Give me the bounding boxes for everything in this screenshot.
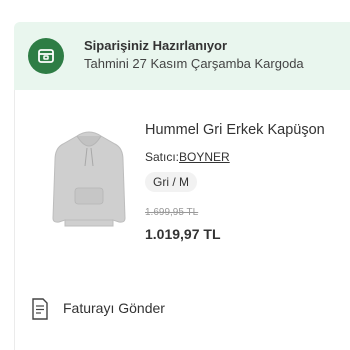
variant-chip: Gri / M (145, 172, 197, 192)
document-icon (32, 298, 48, 320)
current-price: 1.019,97 TL (145, 226, 221, 242)
seller-row: Satıcı:BOYNER (145, 150, 230, 164)
send-invoice-button[interactable]: Faturayı Gönder (14, 272, 350, 350)
send-invoice-label: Faturayı Gönder (63, 300, 165, 316)
old-price: 1.699,95 TL (145, 207, 199, 218)
grey-hoodie-image (52, 131, 126, 227)
product-card: Hummel Gri Erkek Kapüşon Satıcı:BOYNER G… (14, 90, 350, 273)
package-box-icon (28, 38, 64, 74)
seller-label: Satıcı: (145, 150, 180, 164)
seller-link[interactable]: BOYNER (179, 150, 230, 164)
product-name[interactable]: Hummel Gri Erkek Kapüşon (145, 122, 325, 138)
order-status-title: Siparişiniz Hazırlanıyor (84, 38, 228, 53)
order-status-banner: Siparişiniz Hazırlanıyor Tahmini 27 Kası… (14, 22, 350, 90)
estimated-shipping-date: Tahmini 27 Kasım Çarşamba Kargoda (84, 56, 304, 71)
